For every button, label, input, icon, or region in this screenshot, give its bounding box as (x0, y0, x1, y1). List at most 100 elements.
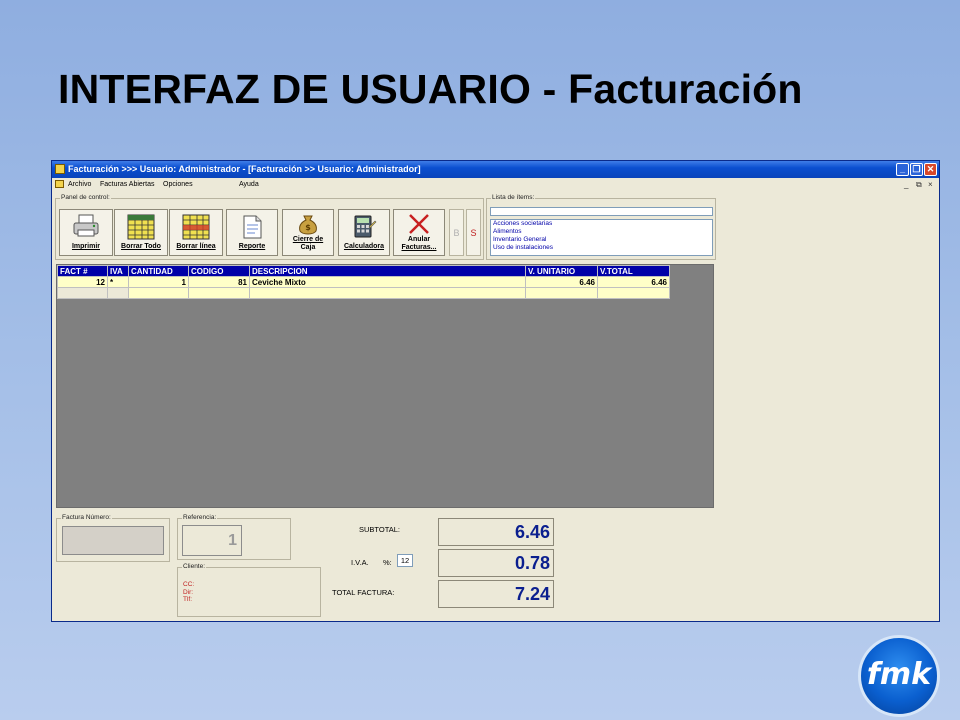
col-v-total[interactable]: V.TOTAL (597, 265, 670, 277)
s-button[interactable]: S (466, 209, 481, 256)
cierre-de-caja-label-2: Caja (300, 244, 316, 251)
cell-empty[interactable] (597, 287, 670, 299)
list-item[interactable]: Alimentos (493, 228, 712, 236)
cliente-cc: CC: (183, 581, 195, 588)
cell-descripcion[interactable]: Ceviche Mixto (249, 276, 526, 288)
cell-empty[interactable] (249, 287, 526, 299)
cell-iva[interactable]: * (107, 276, 129, 288)
control-panel: Panel de control: Imprimir Borrar Todo B… (55, 194, 484, 260)
borrar-linea-label: Borrar línea (176, 243, 216, 250)
subtotal-value: 6.46 (438, 518, 554, 546)
restore-icon[interactable]: ❐ (910, 163, 923, 176)
referencia-label: Referencia: (182, 514, 218, 521)
menu-ayuda[interactable]: Ayuda (239, 178, 259, 191)
total-factura-label: TOTAL FACTURA: (332, 588, 395, 597)
item-search-input[interactable] (490, 207, 713, 216)
grid-line-icon (182, 214, 210, 240)
menu-opciones[interactable]: Opciones (163, 178, 193, 191)
table-header-row: FACT # IVA CANTIDAD CODIGO DESCRIPCION V… (57, 265, 670, 277)
borrar-linea-button[interactable]: Borrar línea (169, 209, 223, 256)
list-item[interactable]: Uso de instalaciones (493, 244, 712, 252)
borrar-todo-button[interactable]: Borrar Todo (114, 209, 168, 256)
cell-empty[interactable] (107, 287, 129, 299)
referencia-group: Referencia: 1 (177, 514, 291, 560)
col-iva[interactable]: IVA (107, 265, 129, 277)
invoice-grid[interactable]: FACT # IVA CANTIDAD CODIGO DESCRIPCION V… (56, 264, 714, 508)
iva-pct-field[interactable]: 12 (397, 554, 413, 567)
grid-clear-icon (127, 214, 155, 240)
document-icon (55, 180, 64, 188)
borrar-todo-label: Borrar Todo (121, 243, 161, 250)
cell-codigo[interactable]: 81 (188, 276, 250, 288)
cell-empty[interactable] (525, 287, 598, 299)
col-cantidad[interactable]: CANTIDAD (128, 265, 189, 277)
reporte-label: Reporte (238, 243, 266, 250)
printer-icon (73, 214, 99, 237)
item-list-panel: Lista de ítems: Acciones societarias Ali… (486, 194, 716, 260)
cliente-dir: Dir: (183, 588, 194, 596)
cell-v-total[interactable]: 6.46 (597, 276, 670, 288)
col-descripcion[interactable]: DESCRIPCION (249, 265, 526, 277)
table-row-empty[interactable] (57, 287, 670, 299)
report-icon (243, 215, 262, 239)
b-button[interactable]: B (449, 209, 464, 256)
item-listbox[interactable]: Acciones societarias Alimentos Inventari… (490, 219, 713, 256)
cliente-details: CC: Dir: Tlf: (183, 581, 194, 604)
list-item[interactable]: Inventario General (493, 236, 712, 244)
menubar: Archivo Facturas Abiertas Opciones Ayuda… (52, 178, 939, 191)
col-fact[interactable]: FACT # (57, 265, 108, 277)
logo-text: fmk (866, 657, 932, 692)
anular-facturas-button[interactable]: Anular Facturas... (393, 209, 445, 256)
calculator-icon (354, 215, 377, 238)
control-panel-label: Panel de control: (60, 194, 111, 201)
subtotal-label: SUBTOTAL: (359, 525, 400, 534)
cell-fact[interactable]: 12 (57, 276, 108, 288)
close-icon[interactable]: ✕ (924, 163, 937, 176)
slide-title: INTERFAZ DE USUARIO - Facturación (58, 66, 803, 112)
cliente-label: Cliente: (182, 563, 207, 570)
iva-pct-label: %: (383, 558, 392, 567)
factura-numero-field[interactable] (62, 526, 164, 555)
cell-empty[interactable] (188, 287, 250, 299)
window-titlebar[interactable]: Facturación >>> Usuario: Administrador -… (52, 161, 939, 178)
cliente-group: Cliente: CC: Dir: Tlf: (177, 563, 321, 617)
anular-label-1: Anular (407, 236, 431, 243)
cierre-de-caja-button[interactable]: $ Cierre de Caja (282, 209, 334, 256)
iva-value: 0.78 (438, 549, 554, 577)
calculadora-button[interactable]: Calculadora (338, 209, 390, 256)
menu-facturas-abiertas[interactable]: Facturas Abiertas (100, 178, 154, 191)
menu-archivo[interactable]: Archivo (68, 178, 91, 191)
factura-numero-label: Factura Número: (61, 514, 112, 521)
cliente-tlf: Tlf: (183, 596, 193, 603)
anular-label-2: Facturas... (401, 244, 437, 251)
table-row[interactable]: 12 * 1 81 Ceviche Mixto 6.46 6.46 (57, 276, 670, 288)
iva-label: I.V.A. (351, 558, 369, 567)
col-v-unitario[interactable]: V. UNITARIO (525, 265, 598, 277)
factura-numero-group: Factura Número: (56, 514, 170, 562)
mdi-close-icon[interactable]: × (928, 178, 933, 191)
mdi-minimize-icon[interactable]: _ (904, 178, 908, 191)
cell-cantidad[interactable]: 1 (128, 276, 189, 288)
item-list-label: Lista de ítems: (491, 194, 536, 201)
cierre-de-caja-label-1: Cierre de (292, 236, 324, 243)
invoice-table: FACT # IVA CANTIDAD CODIGO DESCRIPCION V… (57, 265, 670, 299)
list-item[interactable]: Acciones societarias (493, 220, 712, 228)
cell-empty[interactable] (57, 287, 108, 299)
cell-empty[interactable] (128, 287, 189, 299)
reporte-button[interactable]: Reporte (226, 209, 278, 256)
calculadora-label: Calculadora (343, 243, 385, 250)
imprimir-button[interactable]: Imprimir (59, 209, 113, 256)
fmk-logo: fmk (858, 635, 940, 717)
app-icon (55, 164, 65, 174)
minimize-icon[interactable]: _ (896, 163, 909, 176)
cancel-x-icon (409, 214, 429, 234)
col-codigo[interactable]: CODIGO (188, 265, 250, 277)
cell-v-unitario[interactable]: 6.46 (525, 276, 598, 288)
window-title: Facturación >>> Usuario: Administrador -… (68, 164, 421, 174)
total-factura-value: 7.24 (438, 580, 554, 608)
facturacion-window: Facturación >>> Usuario: Administrador -… (51, 160, 940, 622)
money-bag-icon: $ (299, 215, 317, 235)
svg-text:$: $ (305, 223, 311, 232)
mdi-restore-icon[interactable]: ⧉ (916, 178, 922, 191)
referencia-field[interactable]: 1 (182, 525, 242, 556)
